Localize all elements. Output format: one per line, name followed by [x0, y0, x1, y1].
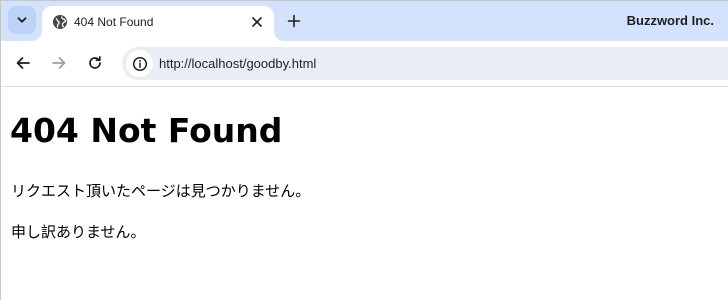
globe-icon: [53, 15, 67, 29]
info-icon: [132, 56, 147, 71]
page-heading: 404 Not Found: [10, 111, 283, 150]
toolbar: http://localhost/goodby.html: [1, 41, 728, 87]
forward-button[interactable]: [45, 49, 73, 77]
plus-icon: [287, 14, 301, 28]
back-button[interactable]: [9, 49, 37, 77]
tab-strip: 404 Not Found Buzzword Inc.: [1, 1, 728, 41]
tab-close-button[interactable]: [248, 13, 266, 31]
reload-button[interactable]: [81, 49, 109, 77]
close-icon: [252, 17, 262, 27]
url-text[interactable]: http://localhost/goodby.html: [159, 56, 316, 71]
tab-search-button[interactable]: [8, 6, 36, 34]
site-info-button[interactable]: [126, 50, 153, 77]
new-tab-button[interactable]: [283, 10, 305, 32]
tab-active[interactable]: 404 Not Found: [42, 6, 274, 41]
address-bar[interactable]: http://localhost/goodby.html: [122, 47, 728, 80]
apology-message: 申し訳ありません。: [11, 223, 146, 241]
tab-title: 404 Not Found: [74, 15, 154, 29]
error-message: リクエスト頂いたページは見つかりません。: [11, 182, 311, 200]
profile-name[interactable]: Buzzword Inc.: [627, 13, 714, 28]
browser-window: 404 Not Found Buzzword Inc. http://local…: [0, 0, 728, 300]
chevron-down-icon: [17, 17, 27, 23]
arrow-right-icon: [52, 57, 66, 69]
reload-icon: [89, 55, 101, 69]
page-content: 404 Not Found リクエスト頂いたページは見つかりません。 申し訳あり…: [1, 87, 728, 300]
arrow-left-icon: [16, 57, 30, 69]
